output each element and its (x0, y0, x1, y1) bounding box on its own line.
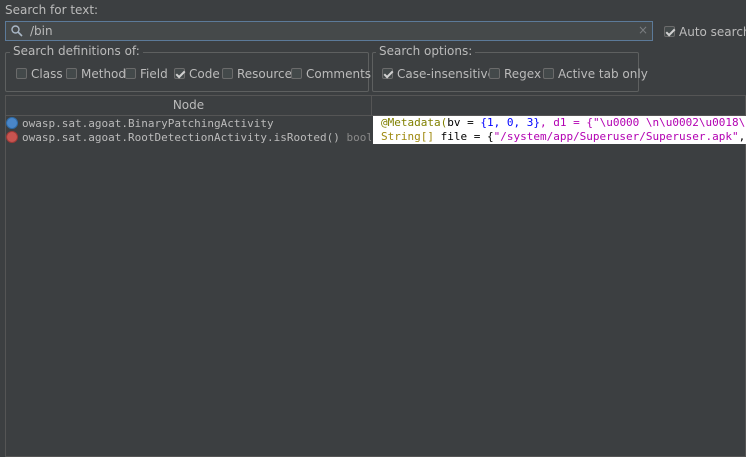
class-label: Class (31, 67, 63, 81)
checkbox-checked-icon (174, 68, 185, 79)
checkbox-icon (291, 68, 302, 79)
resource-checkbox[interactable]: Resource (222, 67, 292, 81)
search-definitions-group: Search definitions of: Class Method Fiel… (5, 44, 371, 92)
code-line[interactable]: @Metadata(bv = {1, 0, 3}, d1 = {"\u0000 … (373, 116, 746, 130)
code-column-header[interactable] (372, 95, 746, 116)
code-text: , " (738, 130, 746, 143)
method-icon (6, 131, 18, 143)
active-tab-only-checkbox[interactable]: Active tab only (543, 67, 648, 81)
method-checkbox[interactable]: Method (66, 67, 126, 81)
code-string: , d1 = {"\u0000 \n\u0002\u0018\u0 (539, 116, 746, 129)
search-options-title: Search options: (376, 44, 476, 58)
checkbox-checked-icon (382, 68, 393, 79)
code-number: {1, 0, 3} (480, 116, 540, 129)
case-insensitive-label: Case-insensitive (397, 67, 495, 81)
clear-search-icon[interactable]: × (638, 23, 648, 37)
code-string: "/system/app/Superuser/Superuser.apk" (493, 130, 739, 143)
search-label: Search for text: (5, 3, 99, 17)
code-type: String[] (381, 130, 434, 143)
search-input[interactable]: /bin × (5, 21, 653, 41)
case-insensitive-checkbox[interactable]: Case-insensitive (382, 67, 495, 81)
checkbox-icon (222, 68, 233, 79)
code-line[interactable]: String[] file = {"/system/app/Superuser/… (373, 130, 746, 144)
checkbox-checked-icon (664, 26, 675, 37)
field-checkbox[interactable]: Field (125, 67, 168, 81)
result-row[interactable]: owasp.sat.agoat.RootDetectionActivity.is… (6, 131, 371, 145)
auto-search-checkbox[interactable]: Auto search (664, 25, 746, 39)
field-label: Field (140, 67, 168, 81)
search-input-value: /bin (30, 24, 53, 38)
resource-label: Resource (237, 67, 293, 81)
checkbox-icon (543, 68, 554, 79)
code-snippet-panel: @Metadata(bv = {1, 0, 3}, d1 = {"\u0000 … (373, 116, 746, 144)
code-label: Code (189, 67, 220, 81)
results-panel (5, 95, 746, 457)
regex-label: Regex (504, 67, 542, 81)
result-node-name: owasp.sat.agoat.RootDetectionActivity.is… (22, 131, 340, 144)
node-column-header[interactable]: Node (5, 95, 372, 116)
active-tab-only-label: Active tab only (558, 67, 648, 81)
comments-label: Comments (306, 67, 372, 81)
result-row[interactable]: owasp.sat.agoat.BinaryPatchingActivity (6, 117, 274, 131)
result-return-type: boolean (346, 131, 371, 144)
code-checkbox[interactable]: Code (174, 67, 220, 81)
checkbox-icon (66, 68, 77, 79)
comments-checkbox[interactable]: Comments (291, 67, 371, 81)
search-icon (11, 25, 23, 37)
result-node-name: owasp.sat.agoat.BinaryPatchingActivity (22, 117, 274, 130)
method-label: Method (81, 67, 127, 81)
regex-checkbox[interactable]: Regex (489, 67, 541, 81)
search-definitions-title: Search definitions of: (10, 44, 143, 58)
code-text: file = { (433, 130, 494, 143)
code-text: bv = (447, 116, 481, 129)
class-icon (6, 117, 18, 129)
auto-search-label: Auto search (679, 25, 746, 39)
class-checkbox[interactable]: Class (16, 67, 63, 81)
checkbox-icon (489, 68, 500, 79)
checkbox-icon (125, 68, 136, 79)
search-options-group: Search options: Case-insensitive Regex A… (372, 44, 648, 92)
checkbox-icon (16, 68, 27, 79)
code-annotation: @Metadata( (381, 116, 448, 129)
